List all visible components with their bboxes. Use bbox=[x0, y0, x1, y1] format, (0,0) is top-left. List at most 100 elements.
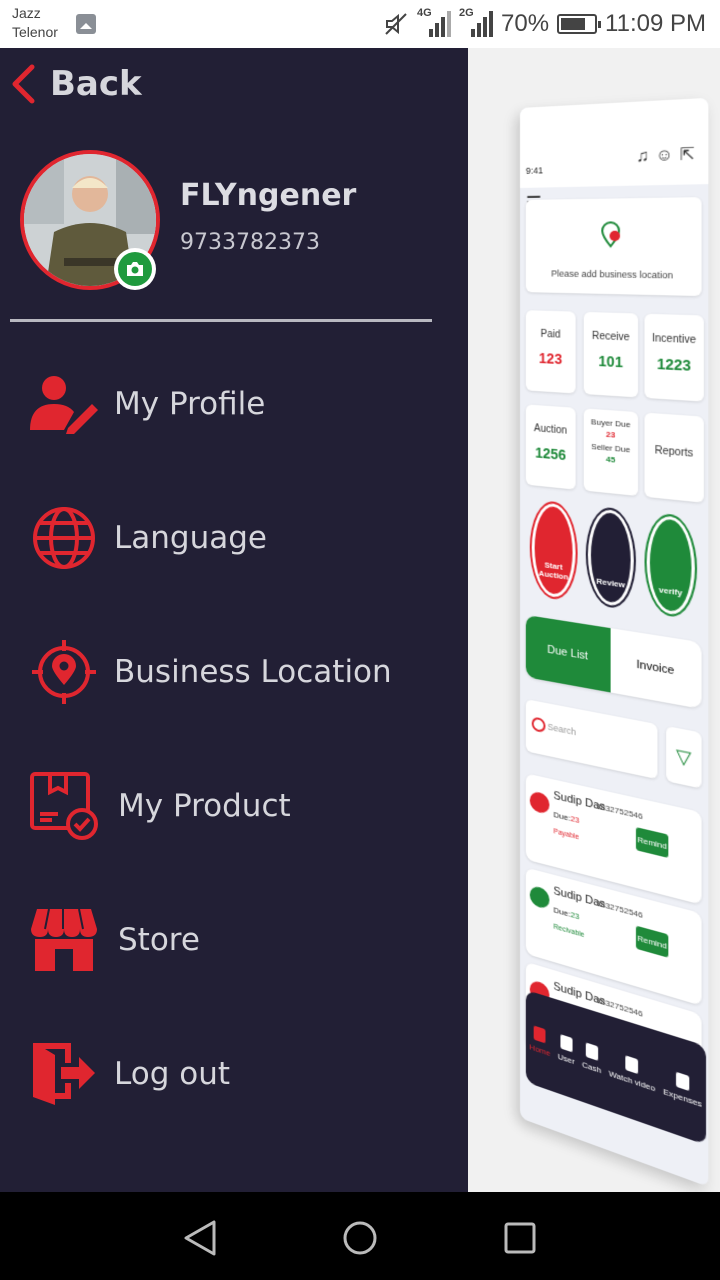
payable-seal-icon bbox=[529, 790, 550, 815]
stat-label: Incentive bbox=[652, 332, 696, 347]
logout-icon bbox=[28, 1038, 100, 1110]
menu-item-store[interactable]: Store bbox=[28, 900, 200, 980]
globe-icon bbox=[28, 502, 100, 574]
action-label: verify bbox=[658, 584, 683, 598]
nav-user: User bbox=[558, 1033, 575, 1066]
net-type-1: 4G bbox=[417, 7, 432, 19]
stat-paid: Paid 123 bbox=[525, 310, 576, 394]
preview-time: 9:41 bbox=[525, 165, 544, 176]
battery-percent: 70% bbox=[501, 10, 550, 37]
nav-expenses: Expenses bbox=[663, 1067, 702, 1109]
nav-cash: Cash bbox=[582, 1041, 601, 1075]
menu-label: My Product bbox=[118, 788, 291, 824]
chevron-left-icon bbox=[12, 64, 35, 104]
stat-value: 1223 bbox=[656, 355, 692, 375]
stat-incentive: Incentive 1223 bbox=[644, 313, 704, 402]
user-edit-icon bbox=[28, 368, 100, 440]
verify-button: verify bbox=[646, 513, 695, 618]
nav-label: Expenses bbox=[663, 1086, 702, 1109]
carrier-name: Jazz Telenor bbox=[12, 4, 58, 42]
stat-label: Receive bbox=[591, 330, 630, 344]
carrier-line-1: Jazz bbox=[12, 5, 41, 21]
receivable-seal-icon bbox=[529, 884, 550, 911]
seller-due-value: 45 bbox=[605, 454, 616, 465]
navigation-drawer: Back FLYngener 9733782373 My Profile Lan… bbox=[0, 48, 468, 1192]
menu-label: My Profile bbox=[114, 386, 266, 422]
home-circle-icon[interactable] bbox=[340, 1218, 380, 1258]
location-target-icon bbox=[28, 636, 100, 708]
row-due-value: 23 bbox=[570, 813, 580, 826]
stat-value: 101 bbox=[598, 352, 623, 371]
nav-label: Home bbox=[529, 1041, 551, 1058]
back-button[interactable]: Back bbox=[10, 64, 142, 104]
divider bbox=[10, 319, 432, 322]
product-box-icon bbox=[28, 770, 100, 842]
action-label: Review bbox=[596, 576, 626, 590]
stat-label: Auction bbox=[533, 423, 568, 437]
mute-icon bbox=[385, 13, 407, 35]
nav-home: Home bbox=[529, 1024, 550, 1058]
camera-icon bbox=[127, 262, 143, 276]
back-triangle-icon[interactable] bbox=[180, 1218, 220, 1258]
stat-value: 123 bbox=[538, 349, 563, 368]
filter-icon: ▽ bbox=[666, 725, 702, 789]
menu-item-log-out[interactable]: Log out bbox=[28, 1034, 230, 1114]
menu-item-business-location[interactable]: Business Location bbox=[28, 632, 392, 712]
carrier-line-2: Telenor bbox=[12, 24, 58, 40]
row-due-label: Due: bbox=[553, 905, 571, 919]
clock: 11:09 PM bbox=[605, 10, 706, 37]
row-phone: 9832752546 bbox=[596, 801, 643, 822]
stat-auction: Auction 1256 bbox=[525, 404, 576, 490]
review-button: Review bbox=[587, 507, 634, 609]
stat-dues: Buyer Due 23 Seller Due 45 bbox=[583, 408, 639, 497]
status-bar: Jazz Telenor 4G 2G 70% 11:09 PM bbox=[0, 0, 720, 48]
location-prompt: Please add business location bbox=[551, 268, 674, 281]
preview-header bbox=[520, 97, 709, 188]
home-screen-preview: 9:41 ♫☺⇱ ☰ Please add business location … bbox=[520, 97, 709, 1187]
system-nav-bar bbox=[0, 1192, 720, 1280]
signal-4g-icon: 4G bbox=[417, 7, 451, 37]
stat-receive: Receive 101 bbox=[583, 311, 639, 398]
buyer-due-value: 23 bbox=[605, 429, 616, 440]
app-preview[interactable]: 9:41 ♫☺⇱ ☰ Please add business location … bbox=[468, 48, 720, 1192]
row-type: Payable bbox=[553, 828, 579, 842]
menu-label: Store bbox=[118, 922, 200, 958]
recents-square-icon[interactable] bbox=[500, 1218, 540, 1258]
nav-label: Cash bbox=[582, 1059, 602, 1075]
row-phone: 9832752546 bbox=[596, 898, 643, 921]
nav-label: User bbox=[557, 1051, 575, 1066]
signal-2g-icon: 2G bbox=[459, 7, 493, 37]
remind-button: Remind bbox=[635, 827, 669, 858]
change-photo-button[interactable] bbox=[114, 248, 156, 290]
menu-item-language[interactable]: Language bbox=[28, 498, 267, 578]
preview-search: Search bbox=[525, 699, 658, 780]
stat-label: Reports bbox=[654, 444, 694, 460]
stat-value: 1256 bbox=[535, 444, 567, 464]
stat-label: Paid bbox=[540, 328, 561, 341]
row-due-value: 23 bbox=[570, 909, 580, 922]
remind-button: Remind bbox=[635, 925, 669, 958]
user-name: FLYngener bbox=[180, 178, 357, 213]
profile-avatar[interactable] bbox=[20, 150, 160, 290]
stat-reports: Reports bbox=[644, 412, 704, 503]
action-label: Start Auction bbox=[538, 560, 569, 582]
row-due-label: Due: bbox=[553, 809, 571, 824]
location-pin-icon bbox=[600, 221, 621, 248]
preview-tabs: Due List Invoice bbox=[525, 614, 702, 710]
back-label: Back bbox=[50, 64, 142, 104]
store-icon bbox=[28, 904, 100, 976]
location-card: Please add business location bbox=[525, 197, 702, 297]
net-type-2: 2G bbox=[459, 7, 474, 19]
menu-label: Log out bbox=[114, 1056, 230, 1092]
battery-icon bbox=[557, 14, 602, 34]
preview-header-icons: ♫☺⇱ bbox=[636, 145, 702, 166]
tab-due-list: Due List bbox=[525, 614, 611, 693]
menu-label: Language bbox=[114, 520, 267, 556]
status-indicators: 4G 2G 70% 11:09 PM bbox=[383, 7, 706, 40]
menu-item-my-product[interactable]: My Product bbox=[28, 766, 291, 846]
menu-item-my-profile[interactable]: My Profile bbox=[28, 364, 265, 444]
tab-invoice: Invoice bbox=[636, 658, 675, 678]
row-type: Recivable bbox=[553, 923, 585, 940]
user-phone: 9733782373 bbox=[180, 230, 320, 255]
gallery-notification-icon bbox=[76, 14, 96, 34]
